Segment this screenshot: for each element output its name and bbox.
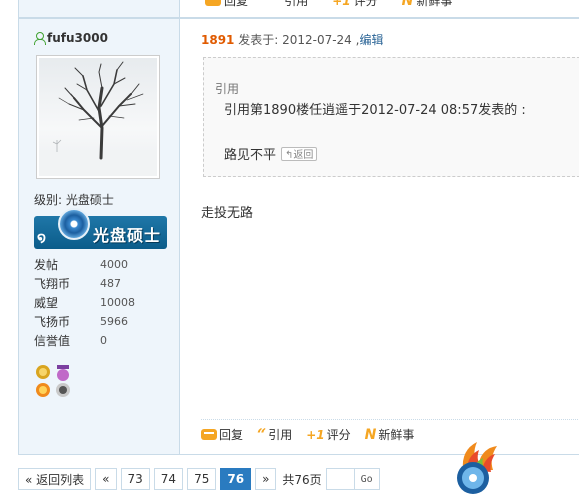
stat-row: 信誉值 0 [34,334,107,348]
quote-block: 引用 引用第1890楼任逍遥于2012-07-24 08:57发表的 : 路见不… [203,57,579,177]
quote-icon: “ [272,0,282,10]
medals [35,364,83,407]
post-message: 走投无路 [201,206,254,221]
previous-post-actions: 回复 “引用 +1 评分 N 新鲜事 [205,0,452,9]
next-page-button[interactable]: » [255,468,277,490]
winter-tree-image [39,61,157,176]
total-pages: 共76页 [282,472,322,487]
previous-post-footer: 回复 “引用 +1 评分 N 新鲜事 [18,0,579,19]
user-online-icon [34,32,46,45]
forum-post: fufu3000 级别: 光盘硕士 ໑ 光盘硕士 发帖 4000 飞翔币 487… [18,19,579,455]
stat-row: 飞扬币 5966 [34,315,128,329]
rate-button[interactable]: +1 评分 [306,426,350,443]
rate-icon: +1 [306,427,325,442]
user-sidebar: fufu3000 级别: 光盘硕士 ໑ 光盘硕士 发帖 4000 飞翔币 487… [19,19,180,454]
medal-icons [36,365,70,397]
page-link[interactable]: 74 [153,468,184,490]
quote-link[interactable]: “引用 [272,0,308,9]
stat-row: 威望 10008 [34,296,135,310]
news-icon: N [364,426,377,443]
avatar[interactable] [36,55,160,179]
rank-badge: ໑ 光盘硕士 [34,208,167,249]
current-page: 76 [220,468,252,490]
back-to-list-button[interactable]: « 返回列表 [18,468,92,490]
page-link[interactable]: 75 [187,468,217,490]
site-logo-icon [457,442,497,494]
page-jump: Go [325,468,380,490]
reply-link[interactable]: 回复 [205,0,248,9]
quote-header: 引用第1890楼任逍遥于2012-07-24 08:57发表的 : [224,103,526,118]
stat-row: 发帖 4000 [34,258,128,272]
quote-text: 路见不平 ↰返回 [224,144,318,163]
reply-icon [201,429,217,440]
reply-icon [205,0,221,6]
reply-button[interactable]: 回复 [201,426,243,443]
swirl-icon: ໑ [37,230,46,246]
quote-label: 引用 [215,82,240,96]
quote-button[interactable]: “引用 [257,426,292,443]
post-meta: 1891 发表于: 2012-07-24 ,编辑 [201,31,383,48]
avatar-image [39,58,157,176]
page-link[interactable]: 73 [120,468,150,490]
news-link[interactable]: N 新鲜事 [402,0,453,9]
user-level: 级别: 光盘硕士 [34,193,114,207]
news-icon: N [401,0,414,9]
quote-back-button[interactable]: ↰返回 [281,146,318,161]
disc-icon [58,208,90,240]
edit-link[interactable]: 编辑 [359,33,383,47]
prev-page-button[interactable]: « [95,468,117,490]
stat-row: 飞翔币 487 [34,277,121,291]
page-jump-input[interactable] [326,469,355,489]
quote-icon: “ [257,424,267,444]
floor-number[interactable]: 1891 [201,33,234,47]
user-stats: 发帖 4000 飞翔币 487 威望 10008 飞扬币 5966 信誉值 0 [34,255,135,350]
pagination: « 返回列表 « 73 74 75 76 » 共76页 Go [18,468,380,490]
rate-link[interactable]: +1 评分 [332,0,377,9]
rate-icon: +1 [332,0,351,8]
post-actions: 回复 “引用 +1 评分 N 新鲜事 [201,419,579,449]
go-button[interactable]: Go [355,469,379,489]
post-date: 发表于: 2012-07-24 , [234,33,360,47]
news-button[interactable]: N 新鲜事 [365,426,415,443]
username[interactable]: fufu3000 [34,31,108,45]
